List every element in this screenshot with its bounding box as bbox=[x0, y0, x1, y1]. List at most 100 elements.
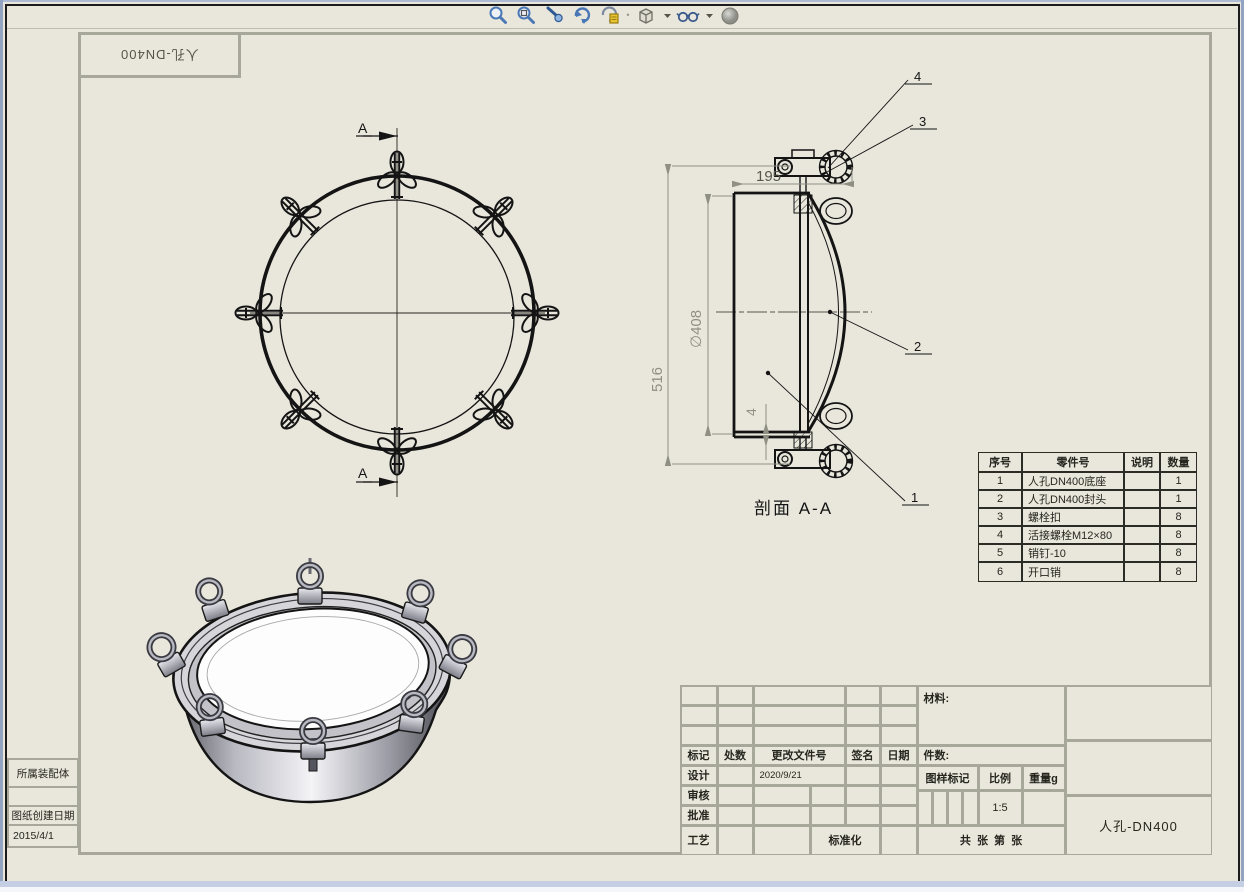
tb-scale: 比例 bbox=[979, 766, 1021, 789]
tb-cell bbox=[681, 726, 716, 744]
bom-cell: 8 bbox=[1161, 563, 1196, 581]
section-line-arrow-top[interactable]: A bbox=[356, 120, 398, 141]
svg-text:A: A bbox=[358, 120, 368, 136]
tb-mark: 标记 bbox=[681, 746, 716, 764]
balloon-2[interactable]: 2 bbox=[914, 339, 921, 354]
bom-header: 零件号 bbox=[1023, 453, 1123, 471]
dim-dia-text[interactable]: ∅408 bbox=[688, 310, 705, 348]
tb-cell bbox=[881, 806, 916, 824]
balloon-3[interactable]: 3 bbox=[919, 114, 926, 129]
balloon-4[interactable]: 4 bbox=[914, 69, 921, 84]
tb-cell bbox=[754, 706, 844, 724]
dim-516-text[interactable]: 516 bbox=[649, 367, 666, 392]
top-view[interactable]: A A bbox=[234, 120, 560, 497]
bom-header: 序号 bbox=[979, 453, 1021, 471]
tb-cell bbox=[811, 806, 844, 824]
bom-cell: 8 bbox=[1161, 509, 1196, 525]
tb-cell bbox=[754, 686, 844, 704]
tb-cell bbox=[846, 806, 879, 824]
iso-view[interactable] bbox=[145, 558, 478, 804]
bom-cell: 3 bbox=[979, 509, 1021, 525]
solidworks-drawing-window: • 人孔-DN400 所属装配体 图纸创建日期 2015/4/1 A A 516… bbox=[0, 0, 1244, 892]
tb-cell bbox=[846, 706, 879, 724]
tb-drawing-title: 人孔-DN400 bbox=[1066, 796, 1211, 854]
bom-cell bbox=[1125, 473, 1159, 489]
tb-cell bbox=[681, 686, 716, 704]
bom-cell: 人孔DN400底座 bbox=[1023, 473, 1123, 489]
tb-cell bbox=[754, 726, 844, 744]
bom-cell bbox=[1125, 491, 1159, 507]
tb-sheets: 共 张 第 张 bbox=[918, 826, 1064, 854]
bom-cell: 8 bbox=[1161, 527, 1196, 543]
bom-cell bbox=[1125, 509, 1159, 525]
tb-sign: 签名 bbox=[846, 746, 879, 764]
tb-cell bbox=[846, 726, 879, 744]
tb-cell bbox=[846, 766, 879, 784]
bom-cell: 5 bbox=[979, 545, 1021, 561]
dimension-dia408[interactable] bbox=[704, 194, 733, 436]
tb-cell bbox=[1066, 741, 1211, 794]
window-border-top bbox=[0, 0, 1244, 2]
bom-cell: 人孔DN400封头 bbox=[1023, 491, 1123, 507]
tb-cell bbox=[718, 826, 752, 854]
tb-cell bbox=[718, 806, 752, 824]
tb-cell bbox=[881, 826, 916, 854]
window-border-left bbox=[0, 0, 3, 884]
tb-cell bbox=[1023, 791, 1064, 824]
bom-cell: 8 bbox=[1161, 545, 1196, 561]
tb-cell bbox=[681, 706, 716, 724]
bom-header: 数量 bbox=[1161, 453, 1196, 471]
bom-cell: 6 bbox=[979, 563, 1021, 581]
tb-weight: 重量g bbox=[1023, 766, 1064, 789]
tb-cell bbox=[718, 786, 752, 804]
dim-195-text[interactable]: 195 bbox=[756, 168, 781, 185]
bom-cell: 2 bbox=[979, 491, 1021, 507]
tb-cell bbox=[963, 791, 977, 824]
tb-doc: 更改文件号 bbox=[754, 746, 844, 764]
tb-design-date: 2020/9/21 bbox=[754, 766, 844, 784]
tb-cell bbox=[881, 786, 916, 804]
tb-cell bbox=[811, 786, 844, 804]
bom-cell: 开口销 bbox=[1023, 563, 1123, 581]
window-border-bottom-strip bbox=[0, 887, 1244, 892]
tb-qty: 处数 bbox=[718, 746, 752, 764]
tb-cell bbox=[718, 726, 752, 744]
bom-table[interactable]: 序号 零件号 说明 数量 1 人孔DN400底座 1 2 人孔DN400封头 1… bbox=[978, 452, 1197, 582]
bom-cell: 1 bbox=[1161, 473, 1196, 489]
tb-cell bbox=[933, 791, 946, 824]
tb-approve: 批准 bbox=[681, 806, 716, 824]
title-block: 标记 处数 更改文件号 签名 日期 设计 2020/9/21 审核 批准 工艺 … bbox=[680, 685, 1212, 855]
svg-text:A: A bbox=[358, 465, 368, 481]
bom-cell: 销钉-10 bbox=[1023, 545, 1123, 561]
tb-craft: 工艺 bbox=[681, 826, 716, 854]
tb-cell bbox=[846, 786, 879, 804]
tb-cell bbox=[1066, 686, 1211, 739]
bom-cell bbox=[1125, 527, 1159, 543]
bom-cell: 活接螺栓M12×80 bbox=[1023, 527, 1123, 543]
tb-cell bbox=[754, 806, 809, 824]
tb-material: 材料: bbox=[918, 686, 1064, 744]
tb-date: 日期 bbox=[881, 746, 916, 764]
bom-cell: 螺栓扣 bbox=[1023, 509, 1123, 525]
bom-cell bbox=[1125, 563, 1159, 581]
tb-cell bbox=[754, 786, 809, 804]
tb-cell bbox=[718, 686, 752, 704]
tb-cell bbox=[948, 791, 961, 824]
tb-cell bbox=[718, 706, 752, 724]
section-view-label[interactable]: 剖面 A-A bbox=[754, 499, 833, 518]
dimension-516[interactable] bbox=[664, 164, 790, 466]
tb-cell bbox=[881, 766, 916, 784]
dim-4-text[interactable]: 4 bbox=[743, 408, 759, 416]
balloon-1[interactable]: 1 bbox=[911, 490, 918, 505]
tb-cell bbox=[754, 826, 809, 854]
tb-cell bbox=[846, 686, 879, 704]
tb-cell bbox=[918, 791, 931, 824]
bom-cell: 1 bbox=[979, 473, 1021, 489]
tb-cell bbox=[881, 706, 916, 724]
bom-cell bbox=[1125, 545, 1159, 561]
tb-std: 标准化 bbox=[811, 826, 879, 854]
bom-header: 说明 bbox=[1125, 453, 1159, 471]
tb-design: 设计 bbox=[681, 766, 716, 784]
section-view[interactable]: 516 ∅408 195 4 4 3 2 1 剖面 A-A bbox=[649, 69, 937, 518]
tb-cell bbox=[718, 766, 752, 784]
